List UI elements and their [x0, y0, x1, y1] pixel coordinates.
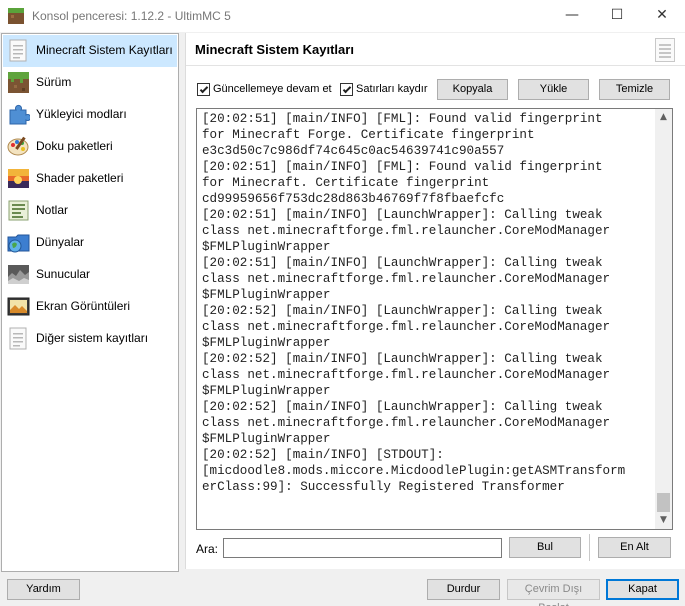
find-button[interactable]: Bul — [509, 537, 581, 558]
log-output[interactable]: [20:02:51] [main/INFO] [FML]: Found vali… — [196, 108, 673, 530]
upload-button[interactable]: Yükle — [518, 79, 589, 100]
log-line: [micdoodle8.mods.miccore.MicdoodlePlugin… — [202, 464, 626, 478]
sidebar-item-label: Doku paketleri — [36, 139, 113, 153]
checkmark-icon — [342, 84, 352, 94]
server-icon — [8, 265, 29, 284]
log-line: [20:02:52] [main/INFO] [LaunchWrapper]: … — [202, 400, 603, 414]
log-line: $FMLPluginWrapper — [202, 384, 331, 398]
log-line: $FMLPluginWrapper — [202, 288, 331, 302]
sidebar-item-version[interactable]: Sürüm — [3, 67, 177, 99]
puzzle-icon — [9, 104, 30, 125]
log-line: class net.minecraftforge.fml.relauncher.… — [202, 224, 611, 238]
search-input[interactable] — [223, 538, 502, 558]
minecraft-block-icon — [8, 8, 24, 24]
window-title: Konsol penceresi: 1.12.2 - UltimMC 5 — [32, 9, 231, 23]
sidebar-item-label: Notlar — [36, 203, 69, 217]
scroll-down-arrow-icon[interactable]: ▼ — [655, 512, 672, 529]
sidebar-item-label: Yükleyici modları — [36, 107, 127, 121]
paint-palette-icon — [7, 136, 29, 156]
sidebar-item-minecraft-logs[interactable]: Minecraft Sistem Kayıtları — [3, 35, 177, 67]
close-window-button[interactable]: ✕ — [639, 0, 685, 32]
keep-updating-label: Güncellemeye devam et — [213, 83, 332, 95]
scrollbar-thumb[interactable] — [657, 493, 670, 512]
sidebar-item-notes[interactable]: Notlar — [3, 195, 177, 227]
divider — [589, 534, 590, 561]
wrap-lines-label: Satırları kaydır — [356, 83, 428, 95]
sidebar-item-label: Minecraft Sistem Kayıtları — [36, 43, 173, 57]
checkmark-icon — [199, 84, 209, 94]
sidebar-item-label: Sürüm — [36, 75, 72, 89]
sidebar-item-label: Shader paketleri — [36, 171, 124, 185]
log-line: class net.minecraftforge.fml.relauncher.… — [202, 368, 611, 382]
sidebar-item-label: Sunucular — [36, 267, 91, 281]
clear-button[interactable]: Temizle — [599, 79, 670, 100]
keep-updating-checkbox[interactable] — [197, 83, 210, 96]
launch-offline-button[interactable]: Çevrim Dışı Başlat — [507, 579, 600, 606]
log-lines: [20:02:51] [main/INFO] [FML]: Found vali… — [202, 111, 654, 495]
document-icon — [9, 327, 27, 350]
log-line: cd99959656f753dc28d863b46769f7f8fbaefcfc — [202, 192, 505, 206]
log-line: class net.minecraftforge.fml.relauncher.… — [202, 416, 611, 430]
search-label: Ara: — [196, 542, 219, 556]
stop-button[interactable]: Durdur — [427, 579, 500, 600]
sidebar-item-worlds[interactable]: Dünyalar — [3, 227, 177, 259]
log-line: class net.minecraftforge.fml.relauncher.… — [202, 320, 611, 334]
log-icon — [9, 39, 27, 62]
sidebar-item-resource-packs[interactable]: Doku paketleri — [3, 131, 177, 163]
sidebar: Minecraft Sistem Kayıtları Sürüm Yükleyi… — [1, 33, 179, 572]
vertical-scrollbar[interactable]: ▲ ▼ — [655, 109, 672, 529]
grass-block-icon — [8, 72, 29, 93]
header-divider — [186, 65, 685, 66]
world-icon — [7, 234, 30, 253]
scroll-to-bottom-button[interactable]: En Alt — [598, 537, 671, 558]
log-line: e3c3d50c7c986df74c645c0ac54639741c90a557 — [202, 144, 505, 158]
sidebar-item-label: Dünyalar — [36, 235, 85, 249]
sidebar-item-other-logs[interactable]: Diğer sistem kayıtları — [3, 323, 177, 355]
log-line: $FMLPluginWrapper — [202, 432, 331, 446]
sunset-icon — [8, 169, 29, 188]
log-line: $FMLPluginWrapper — [202, 336, 331, 350]
help-button[interactable]: Yardım — [7, 579, 80, 600]
notes-icon — [8, 200, 29, 221]
log-line: for Minecraft. Certificate fingerprint — [202, 176, 490, 190]
document-icon — [655, 38, 675, 62]
close-button[interactable]: Kapat — [606, 579, 679, 600]
copy-button[interactable]: Kopyala — [437, 79, 508, 100]
page-title: Minecraft Sistem Kayıtları — [195, 42, 354, 57]
log-line: [20:02:52] [main/INFO] [LaunchWrapper]: … — [202, 352, 603, 366]
sidebar-item-shader-packs[interactable]: Shader paketleri — [3, 163, 177, 195]
log-line: [20:02:52] [main/INFO] [STDOUT]: — [202, 448, 444, 462]
sidebar-item-servers[interactable]: Sunucular — [3, 259, 177, 291]
log-line: [20:02:51] [main/INFO] [LaunchWrapper]: … — [202, 256, 603, 270]
log-line: [20:02:52] [main/INFO] [LaunchWrapper]: … — [202, 304, 603, 318]
maximize-button[interactable]: ☐ — [594, 0, 640, 32]
minimize-button[interactable]: — — [549, 0, 595, 32]
sidebar-item-loader-mods[interactable]: Yükleyici modları — [3, 99, 177, 131]
sidebar-item-label: Diğer sistem kayıtları — [36, 331, 149, 345]
log-line: [20:02:51] [main/INFO] [FML]: Found vali… — [202, 112, 603, 126]
screenshot-icon — [7, 297, 30, 316]
scroll-up-arrow-icon[interactable]: ▲ — [655, 109, 672, 126]
log-line: class net.minecraftforge.fml.relauncher.… — [202, 272, 611, 286]
title-bar: Konsol penceresi: 1.12.2 - UltimMC 5 — ☐… — [0, 0, 685, 32]
log-line: for Minecraft Forge. Certificate fingerp… — [202, 128, 535, 142]
log-line: $FMLPluginWrapper — [202, 240, 331, 254]
log-line: [20:02:51] [main/INFO] [FML]: Found vali… — [202, 160, 603, 174]
wrap-lines-checkbox[interactable] — [340, 83, 353, 96]
sidebar-item-screenshots[interactable]: Ekran Görüntüleri — [3, 291, 177, 323]
log-line: erClass:99]: Successfully Registered Tra… — [202, 480, 565, 494]
log-line: [20:02:51] [main/INFO] [LaunchWrapper]: … — [202, 208, 603, 222]
sidebar-item-label: Ekran Görüntüleri — [36, 299, 131, 313]
